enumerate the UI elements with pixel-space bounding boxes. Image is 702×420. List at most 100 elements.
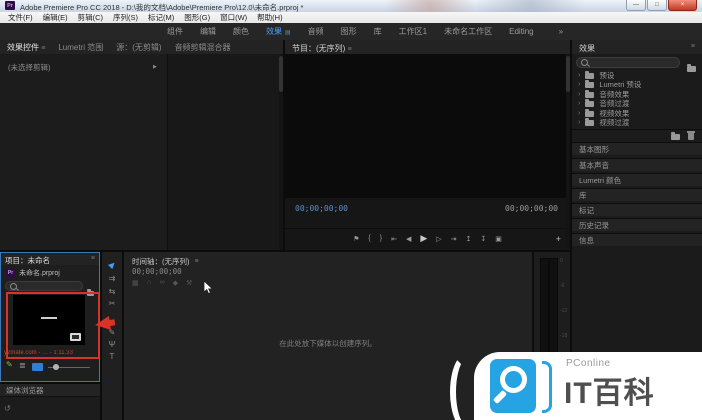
workspace-tab-audio[interactable]: 音频 (308, 26, 324, 37)
search-icon (581, 59, 588, 66)
workspace-tab-libraries[interactable]: 库 (374, 26, 382, 37)
workspace-tab-assembly[interactable]: 组件 (167, 26, 183, 37)
folder-audio-transitions[interactable]: ›音频过渡 (578, 99, 629, 108)
db-label: -12 (560, 308, 567, 314)
mark-in-icon[interactable]: { (368, 235, 370, 242)
step-back-icon[interactable]: ◀ (406, 235, 411, 243)
menu-clip[interactable]: 剪辑(C) (73, 12, 108, 23)
find-bin-icon[interactable] (687, 59, 696, 77)
minimize-button[interactable]: — (626, 0, 646, 11)
workspace-tab-color[interactable]: 颜色 (233, 26, 249, 37)
panel-menu-icon[interactable]: ≡ (195, 258, 199, 265)
tab-source-monitor[interactable]: 源：(无剪辑) (116, 42, 161, 53)
panel-essential-graphics[interactable]: 基本图形 (572, 142, 702, 155)
new-custom-bin-icon[interactable] (671, 134, 680, 140)
extract-icon[interactable]: ↧ (480, 235, 486, 243)
chevron-right-icon[interactable]: › (578, 100, 580, 107)
chevron-right-icon[interactable]: › (578, 81, 580, 88)
maximize-button[interactable]: □ (647, 0, 667, 11)
workspace-tab-menu-icon[interactable]: ▤ (285, 30, 291, 36)
panel-menu-icon[interactable]: ≡ (348, 46, 352, 53)
workspace-tab-unnamed[interactable]: 未命名工作区 (444, 26, 492, 37)
timeline-timecode[interactable]: 00;00;00;00 (132, 267, 182, 276)
tab-effect-controls[interactable]: 效果控件 ≡ (7, 42, 45, 53)
undo-icon[interactable]: ↺ (4, 404, 11, 413)
tab-audio-clip-mixer[interactable]: 音频剪辑混合器 (175, 42, 231, 53)
scrollbar-thumb[interactable] (566, 56, 570, 92)
type-tool[interactable]: T (102, 352, 122, 361)
panel-lumetri-color[interactable]: Lumetri 颜色 (572, 173, 702, 186)
nest-sequence-icon[interactable]: ▦ (132, 279, 139, 287)
chevron-right-icon[interactable]: › (578, 119, 580, 126)
media-browser-tab[interactable]: 媒体浏览器 (0, 384, 100, 397)
menu-file[interactable]: 文件(F) (3, 12, 38, 23)
magnifier-icon (500, 366, 527, 393)
go-to-in-icon[interactable]: ⇤ (391, 235, 397, 243)
menu-graphics[interactable]: 图形(G) (179, 12, 215, 23)
mark-out-icon[interactable]: } (380, 235, 382, 242)
zoom-slider-handle[interactable] (53, 364, 59, 370)
close-button[interactable]: × (668, 0, 697, 11)
workspace-tab-workspace1[interactable]: 工作区1 (399, 26, 427, 37)
program-monitor-panel: 节目：(无序列) ≡ 00;00;00;00 00;00;00;00 ⚑ { }… (285, 40, 570, 250)
razor-tool[interactable]: ✂ (102, 299, 122, 308)
selection-tool[interactable]: ▶ (102, 254, 123, 275)
expander-arrow-icon[interactable]: ▶ (153, 64, 157, 70)
ripple-edit-tool[interactable]: ⇆ (102, 287, 122, 296)
db-label: 0 (560, 258, 563, 264)
button-editor-plus[interactable]: + (556, 234, 561, 244)
scrollbar-thumb[interactable] (279, 56, 283, 92)
current-timecode[interactable]: 00;00;00;00 (295, 204, 348, 213)
hand-tool[interactable]: Ψ (102, 340, 122, 349)
timeline-settings-icon[interactable]: ⚒ (186, 279, 192, 287)
panel-essential-sound[interactable]: 基本声音 (572, 158, 702, 171)
panel-libraries[interactable]: 库 (572, 188, 702, 201)
menu-help[interactable]: 帮助(H) (252, 12, 287, 23)
menu-window[interactable]: 窗口(W) (215, 12, 252, 23)
program-title: 节目：(无序列) ≡ (292, 43, 352, 54)
menu-sequence[interactable]: 序列(S) (108, 12, 143, 23)
play-icon[interactable]: ▶ (420, 233, 427, 244)
track-select-tool[interactable]: ⇉ (102, 274, 122, 283)
lift-icon[interactable]: ↥ (466, 235, 472, 243)
panel-menu-icon[interactable]: ≡ (41, 45, 45, 52)
tab-lumetri-scopes[interactable]: Lumetri 范围 (58, 42, 103, 53)
add-marker-icon[interactable]: ⚑ (353, 235, 359, 243)
panel-menu-icon[interactable]: ≡ (691, 43, 695, 50)
go-to-out-icon[interactable]: ⇥ (451, 235, 457, 243)
linked-selection-icon[interactable]: ∞ (160, 279, 165, 287)
workspace-tab-editing[interactable]: 编辑 (200, 26, 216, 37)
project-file-row[interactable]: Pr 未命名.prproj (6, 268, 60, 278)
menu-marker[interactable]: 标记(M) (143, 12, 179, 23)
workspace-tab-editing-en[interactable]: Editing (509, 27, 533, 36)
step-forward-icon[interactable]: ▷ (436, 235, 441, 243)
no-clip-selected-text: (未选择剪辑) (8, 62, 51, 73)
effects-title: 效果 (579, 43, 595, 54)
workspace-overflow-icon[interactable]: » (559, 27, 563, 36)
list-view-icon[interactable]: ≣ (19, 361, 26, 370)
export-frame-icon[interactable]: ▣ (495, 235, 502, 243)
chevron-right-icon[interactable]: › (578, 91, 580, 98)
folder-lumetri-presets[interactable]: ›Lumetri 预设 (578, 80, 641, 89)
panel-info[interactable]: 信息 (572, 233, 702, 246)
panel-history[interactable]: 历史记录 (572, 218, 702, 231)
snap-icon[interactable]: ∩ (147, 279, 152, 287)
tab-effect-controls-label: 效果控件 (7, 43, 39, 52)
icon-view-icon[interactable] (32, 363, 43, 371)
project-search-input[interactable] (5, 281, 83, 291)
menu-edit[interactable]: 编辑(E) (38, 12, 73, 23)
add-marker-icon[interactable]: ◆ (173, 279, 178, 287)
delete-icon[interactable] (688, 133, 694, 140)
scrollbar[interactable] (566, 54, 570, 250)
program-video-area[interactable] (285, 54, 566, 198)
panel-menu-icon[interactable]: ≡ (91, 255, 95, 262)
chevron-right-icon[interactable]: › (578, 72, 580, 79)
folder-video-transitions[interactable]: ›视频过渡 (578, 118, 629, 127)
workspace-tab-effects[interactable]: 效果▤ (266, 26, 291, 37)
effects-search-input[interactable] (576, 57, 680, 68)
panel-markers[interactable]: 标记 (572, 203, 702, 216)
workspace-tab-graphics[interactable]: 图形 (341, 26, 357, 37)
title-bar[interactable]: Pr Adobe Premiere Pro CC 2018 - D:\我的文档\… (0, 0, 702, 12)
chevron-right-icon[interactable]: › (578, 110, 580, 117)
scrollbar[interactable] (279, 54, 283, 250)
